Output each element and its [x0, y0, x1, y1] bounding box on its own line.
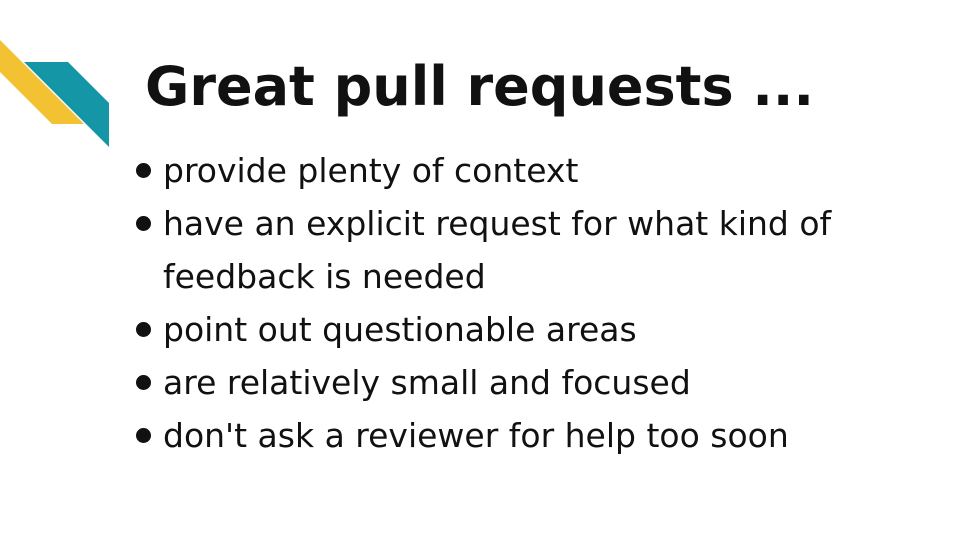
bullet-dot-icon [136, 428, 151, 443]
bullet-item: have an explicit request for what kind o… [133, 197, 943, 303]
bullet-item: point out questionable areas [133, 303, 943, 356]
bullet-item: don't ask a reviewer for help too soon [133, 409, 943, 462]
slide: Great pull requests ... provide plenty o… [0, 0, 960, 540]
bullet-text: have an explicit request for what kind o… [163, 204, 832, 296]
bullet-text: point out questionable areas [163, 310, 637, 349]
bullet-text: are relatively small and focused [163, 363, 691, 402]
bullet-dot-icon [136, 163, 151, 178]
bullet-item: are relatively small and focused [133, 356, 943, 409]
bullet-list: provide plenty of context have an explic… [133, 144, 943, 462]
bullet-dot-icon [136, 216, 151, 231]
slide-title: Great pull requests ... [145, 55, 814, 118]
bullet-text: don't ask a reviewer for help too soon [163, 416, 789, 455]
bullet-dot-icon [136, 375, 151, 390]
bullet-item: provide plenty of context [133, 144, 943, 197]
bullet-dot-icon [136, 322, 151, 337]
corner-decoration [0, 40, 109, 147]
bullet-text: provide plenty of context [163, 151, 579, 190]
